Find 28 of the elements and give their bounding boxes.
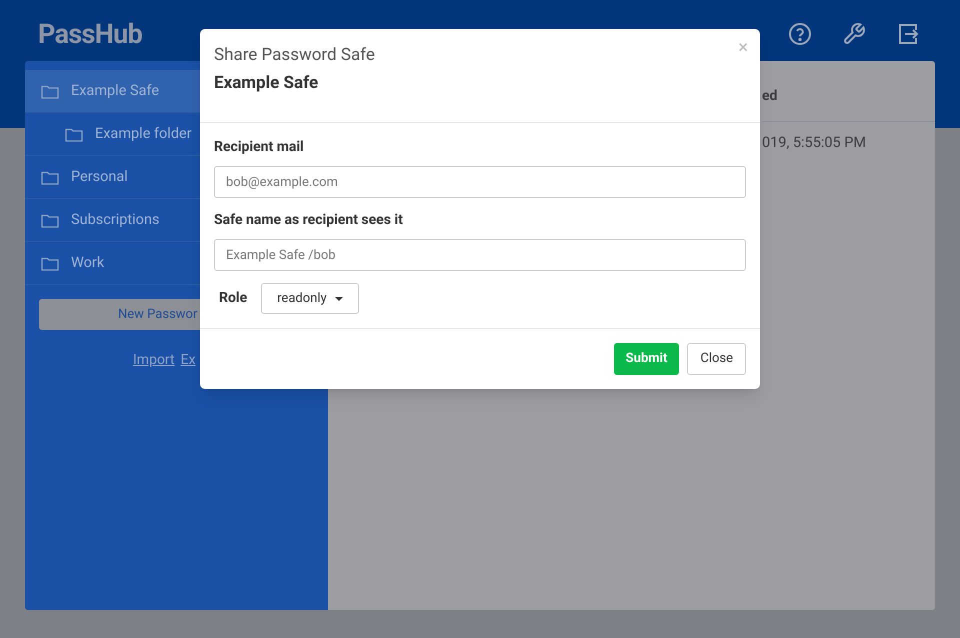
- sidebar-item-label: Example folder: [95, 124, 192, 144]
- close-dialog-button[interactable]: Close: [687, 343, 746, 375]
- folder-icon: [41, 170, 59, 184]
- dialog-subtitle: Example Safe: [214, 72, 318, 94]
- column-header: ed: [762, 87, 778, 106]
- sidebar-item-label: Subscriptions: [71, 210, 160, 230]
- dialog-title: Share Password Safe: [214, 44, 375, 67]
- sidebar-item-label: Work: [71, 253, 104, 274]
- role-dropdown[interactable]: readonly: [261, 283, 359, 314]
- caret-icon: [334, 296, 343, 300]
- input-field[interactable]: bob@example.com: [214, 166, 746, 198]
- table-cell-text: 019, 5:55:05 PM: [762, 133, 866, 153]
- close-button[interactable]: ×: [738, 39, 748, 57]
- sidebar-link[interactable]: Import: [133, 350, 175, 371]
- field-label: Recipient mail: [214, 138, 305, 157]
- input-field[interactable]: Example Safe /bob: [214, 239, 746, 271]
- sidebar-item-label: Personal: [71, 167, 128, 188]
- logo[interactable]: PassHub: [38, 14, 142, 54]
- folder-icon: [41, 212, 59, 228]
- folder-icon: [41, 256, 59, 270]
- submit-button[interactable]: Submit: [614, 343, 680, 375]
- folder-icon: [41, 84, 59, 98]
- sidebar-link[interactable]: Ex: [180, 350, 196, 371]
- help-icon[interactable]: [788, 22, 812, 46]
- logout-icon[interactable]: [896, 22, 920, 46]
- folder-icon: [65, 126, 83, 142]
- sidebar-item-label: Example Safe: [71, 81, 160, 102]
- wrench-icon[interactable]: [842, 22, 866, 46]
